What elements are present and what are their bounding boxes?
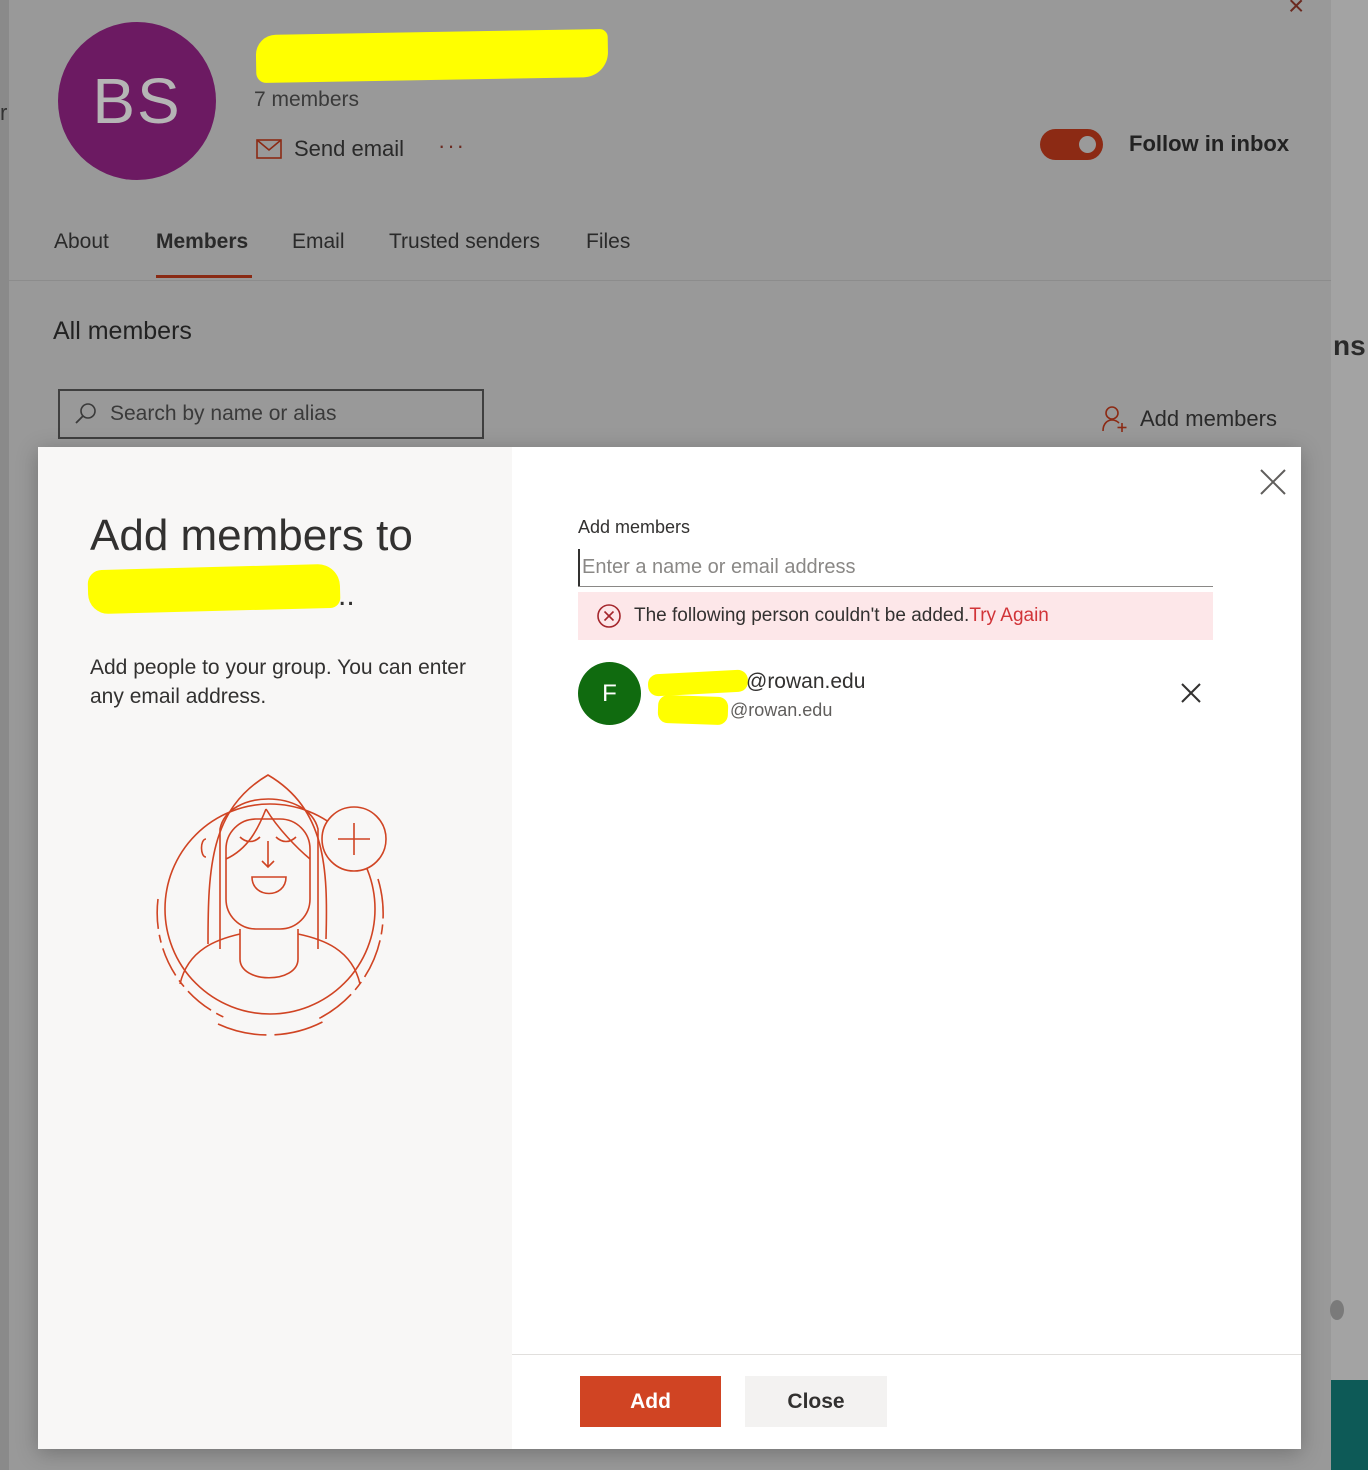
close-button[interactable]: Close <box>745 1376 887 1427</box>
dialog-description: Add people to your group. You can enter … <box>90 656 466 708</box>
member-search-input[interactable]: Search by name or alias <box>58 389 484 439</box>
search-placeholder: Search by name or alias <box>110 402 337 425</box>
add-members-input[interactable] <box>578 549 1213 586</box>
try-again-link[interactable]: Try Again <box>969 605 1049 626</box>
person-secondary-redaction <box>657 694 729 726</box>
group-name-redaction <box>255 28 609 84</box>
footer-divider <box>512 1354 1301 1355</box>
selected-person: F @rowan.edu @rowan.edu <box>578 662 1213 726</box>
add-person-icon <box>1102 406 1127 432</box>
send-email-label: Send email <box>294 136 405 161</box>
background-left-clip-text: r <box>0 100 8 125</box>
group-avatar-initials: BS <box>92 65 182 137</box>
background-right-strip <box>1331 0 1368 1470</box>
more-options-button[interactable]: ··· <box>438 133 466 159</box>
error-message-bar: The following person couldn't be added.T… <box>578 592 1213 640</box>
tab-about[interactable]: About <box>54 230 109 254</box>
send-email-button[interactable]: Send email <box>256 136 404 162</box>
person-name-redaction <box>647 669 749 697</box>
remove-person-icon[interactable] <box>1176 678 1206 708</box>
background-left-strip <box>0 0 9 1470</box>
search-icon <box>75 403 96 424</box>
dialog-left-pane: Add members to .. Add people to your gro… <box>38 447 512 1449</box>
person-avatar: F <box>578 662 641 725</box>
error-icon <box>597 604 621 628</box>
follow-in-inbox-toggle[interactable] <box>1040 129 1103 160</box>
title-ellipsis: .. <box>338 579 355 612</box>
panel-close-icon[interactable]: × <box>1288 0 1304 22</box>
add-members-field-label: Add members <box>578 517 691 537</box>
active-tab-indicator <box>156 275 252 278</box>
group-avatar: BS <box>58 22 216 180</box>
person-secondary-email: @rowan.edu <box>730 700 833 720</box>
background-right-teal-block <box>1331 1380 1368 1470</box>
mail-icon <box>256 139 282 159</box>
section-title: All members <box>53 317 192 345</box>
add-members-input-wrapper <box>578 549 1213 587</box>
add-members-button[interactable]: Add members <box>1102 405 1277 433</box>
add-person-illustration <box>156 774 387 1036</box>
tabs-divider <box>9 280 1331 281</box>
add-members-dialog: Add members to .. Add people to your gro… <box>38 447 1301 1449</box>
add-members-label: Add members <box>1140 406 1277 431</box>
dialog-title: Add members to <box>90 511 413 560</box>
follow-in-inbox-label: Follow in inbox <box>1129 131 1290 156</box>
person-primary-email: @rowan.edu <box>746 670 866 693</box>
tab-email[interactable]: Email <box>292 230 345 254</box>
dialog-close-icon[interactable] <box>1256 465 1290 499</box>
group-name-redaction-dialog <box>87 563 341 615</box>
error-text: The following person couldn't be added. <box>634 605 970 626</box>
member-count: 7 members <box>254 88 360 111</box>
tab-trusted-senders[interactable]: Trusted senders <box>389 230 540 254</box>
tab-members[interactable]: Members <box>156 230 248 254</box>
tab-files[interactable]: Files <box>586 230 630 254</box>
background-right-clip-text: ns <box>1333 330 1366 361</box>
background-right-dot <box>1330 1300 1344 1320</box>
add-button[interactable]: Add <box>580 1376 721 1427</box>
